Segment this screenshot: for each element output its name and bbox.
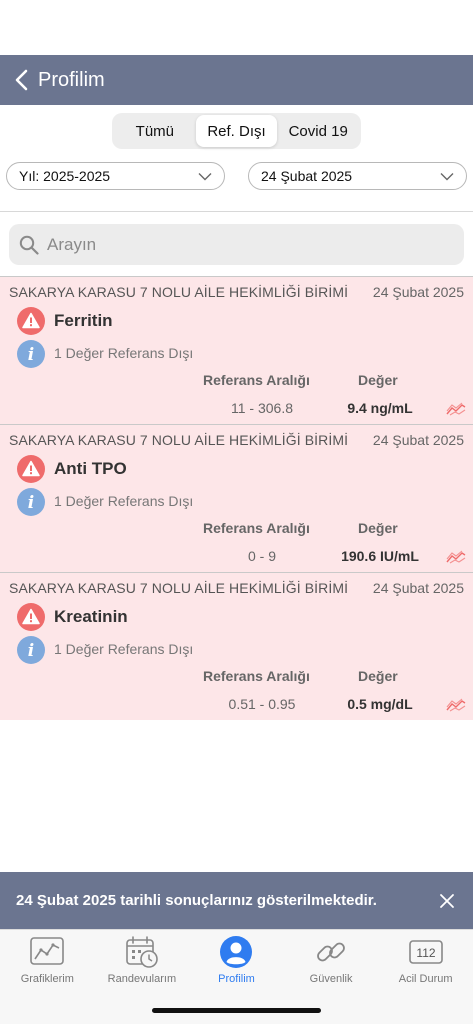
test-name: Ferritin bbox=[54, 311, 113, 330]
reference-range-header: Referans Aralığı bbox=[203, 668, 310, 684]
divider bbox=[0, 211, 473, 212]
out-of-range-count: 1 Değer Referans Dışı bbox=[54, 641, 194, 657]
segment-covid[interactable]: Covid 19 bbox=[277, 115, 359, 147]
value-header: Değer bbox=[358, 520, 398, 536]
institution-name: SAKARYA KARASU 7 NOLU AİLE HEKİMLİĞİ BİR… bbox=[9, 432, 349, 448]
reference-range-value: 0.51 - 0.95 bbox=[228, 696, 296, 712]
result-value: 190.6 IU/mL bbox=[341, 548, 419, 564]
results-list: SAKARYA KARASU 7 NOLU AİLE HEKİMLİĞİ BİR… bbox=[0, 276, 473, 720]
svg-text:i: i bbox=[28, 493, 34, 513]
result-date: 24 Şubat 2025 bbox=[372, 580, 464, 596]
status-bar-area bbox=[0, 0, 473, 55]
profile-icon bbox=[220, 936, 253, 968]
chevron-down-icon bbox=[198, 172, 212, 180]
warning-icon bbox=[17, 307, 45, 335]
tab-acil-durum[interactable]: 112 Acil Durum bbox=[378, 930, 473, 1024]
search-icon bbox=[19, 235, 39, 255]
toast-message: 24 Şubat 2025 tarihli sonuçlarınız göste… bbox=[16, 892, 377, 909]
warning-icon bbox=[17, 455, 45, 483]
search-bar[interactable] bbox=[9, 224, 464, 265]
institution-name: SAKARYA KARASU 7 NOLU AİLE HEKİMLİĞİ BİR… bbox=[9, 284, 349, 300]
value-header: Değer bbox=[358, 372, 398, 388]
reference-range-value: 11 - 306.8 bbox=[230, 400, 293, 416]
reference-range-header: Referans Aralığı bbox=[203, 520, 310, 536]
reference-range-header: Referans Aralığı bbox=[203, 372, 310, 388]
segmented-control: Tümü Ref. Dışı Covid 19 bbox=[112, 113, 361, 149]
segment-all[interactable]: Tümü bbox=[114, 115, 196, 147]
info-toast: 24 Şubat 2025 tarihli sonuçlarınız göste… bbox=[0, 872, 473, 929]
trend-chart-icon[interactable] bbox=[446, 550, 466, 564]
year-dropdown-value: Yıl: 2025-2025 bbox=[19, 168, 111, 184]
chart-icon bbox=[30, 937, 65, 965]
year-dropdown[interactable]: Yıl: 2025-2025 bbox=[6, 162, 225, 190]
info-icon: i bbox=[17, 636, 45, 664]
chevron-left-icon bbox=[15, 69, 28, 91]
date-dropdown-value: 24 Şubat 2025 bbox=[261, 168, 353, 184]
warning-icon bbox=[17, 603, 45, 631]
reference-range-value: 0 - 9 bbox=[247, 548, 276, 564]
result-date: 24 Şubat 2025 bbox=[372, 432, 464, 448]
result-card[interactable]: SAKARYA KARASU 7 NOLU AİLE HEKİMLİĞİ BİR… bbox=[0, 572, 473, 720]
tab-label: Acil Durum bbox=[398, 973, 453, 985]
page-title: Profilim bbox=[38, 68, 105, 91]
close-icon[interactable] bbox=[439, 893, 455, 909]
calendar-clock-icon bbox=[126, 936, 158, 968]
navigation-bar: Profilim bbox=[0, 55, 473, 105]
result-card[interactable]: SAKARYA KARASU 7 NOLU AİLE HEKİMLİĞİ BİR… bbox=[0, 424, 473, 572]
info-icon: i bbox=[17, 340, 45, 368]
result-value: 0.5 mg/dL bbox=[347, 696, 413, 712]
segment-out-of-range[interactable]: Ref. Dışı bbox=[195, 115, 278, 147]
svg-text:i: i bbox=[28, 641, 34, 661]
chevron-down-icon bbox=[440, 172, 454, 180]
badge-112: 112 bbox=[416, 946, 435, 960]
tab-label: Grafiklerim bbox=[20, 973, 74, 985]
institution-name: SAKARYA KARASU 7 NOLU AİLE HEKİMLİĞİ BİR… bbox=[9, 580, 349, 596]
date-dropdown[interactable]: 24 Şubat 2025 bbox=[248, 162, 467, 190]
result-card[interactable]: SAKARYA KARASU 7 NOLU AİLE HEKİMLİĞİ BİR… bbox=[0, 276, 473, 424]
info-icon: i bbox=[17, 488, 45, 516]
back-button[interactable]: Profilim bbox=[0, 55, 105, 105]
link-icon bbox=[317, 942, 345, 962]
value-header: Değer bbox=[358, 668, 398, 684]
search-input[interactable] bbox=[47, 234, 427, 255]
result-value: 9.4 ng/mL bbox=[347, 400, 413, 416]
home-indicator bbox=[152, 1008, 321, 1013]
tab-label: Güvenlik bbox=[309, 973, 353, 985]
test-name: Kreatinin bbox=[54, 607, 128, 626]
result-date: 24 Şubat 2025 bbox=[372, 284, 464, 300]
out-of-range-count: 1 Değer Referans Dışı bbox=[54, 493, 194, 509]
svg-text:i: i bbox=[28, 345, 34, 365]
tab-grafiklerim[interactable]: Grafiklerim bbox=[0, 930, 95, 1024]
emergency-112-icon: 112 bbox=[408, 940, 443, 964]
trend-chart-icon[interactable] bbox=[446, 698, 466, 712]
test-name: Anti TPO bbox=[54, 459, 127, 478]
tab-label: Profilim bbox=[218, 973, 255, 985]
trend-chart-icon[interactable] bbox=[446, 402, 466, 416]
out-of-range-count: 1 Değer Referans Dışı bbox=[54, 345, 194, 361]
tab-label: Randevularım bbox=[107, 973, 177, 985]
